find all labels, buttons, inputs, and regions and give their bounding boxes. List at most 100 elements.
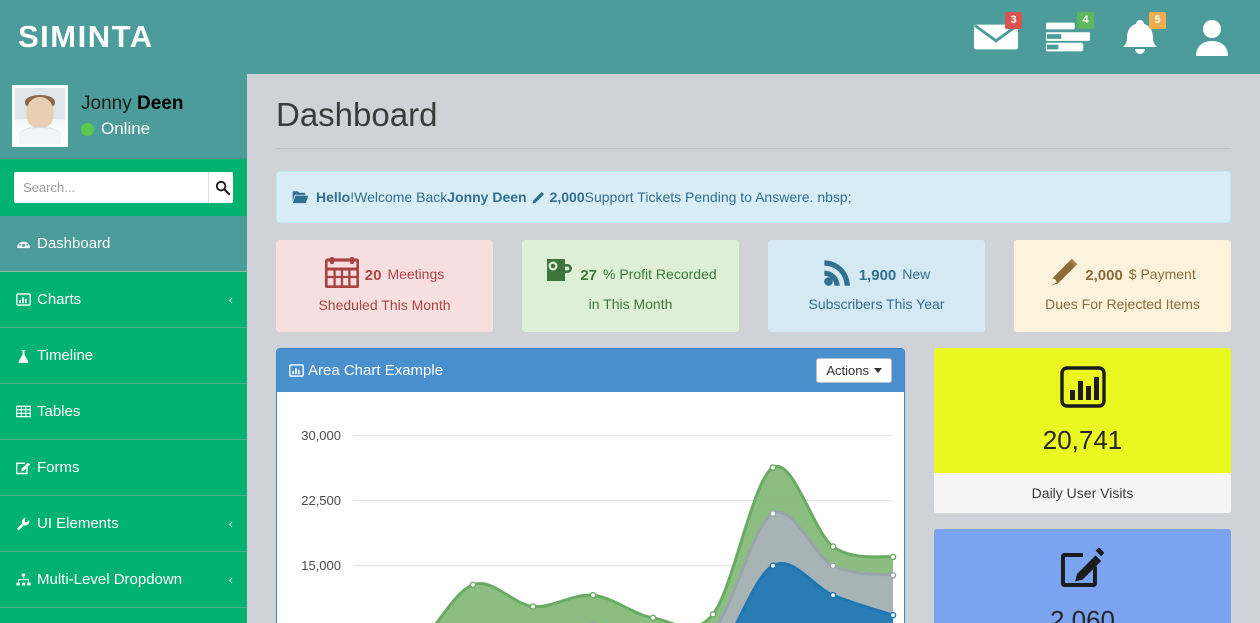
coffee-icon	[544, 257, 574, 294]
stat-caption: Dues For Rejected Items	[1045, 294, 1200, 316]
svg-text:15,000: 15,000	[301, 558, 341, 573]
stat-value: 1,900	[859, 264, 897, 287]
sidebar-profile: Jonny Deen Online	[0, 74, 247, 159]
stat-card-subscribers[interactable]: 1,900 New Subscribers This Year	[768, 240, 985, 332]
page-title: Dashboard	[276, 96, 1260, 134]
sidebar: Jonny Deen Online	[0, 74, 247, 623]
sidebar-item-tables[interactable]: Tables	[0, 384, 247, 440]
tasks-icon-button[interactable]: 4	[1046, 15, 1090, 59]
notifications-icon-button[interactable]: 5	[1118, 15, 1162, 59]
area-chart[interactable]: 15,000 22,500 30,000	[277, 392, 904, 623]
chart-box-icon	[1060, 366, 1106, 413]
welcome-banner: Hello ! Welcome Back Jonny Deen 2,000 Su…	[276, 171, 1231, 223]
widget-number: 2,060	[1050, 605, 1115, 623]
widget-number: 20,741	[1043, 425, 1123, 456]
stat-card-row: 20 Meetings Sheduled This Month 27 % Pro…	[276, 240, 1231, 332]
stat-card-profit[interactable]: 27 % Profit Recorded in This Month	[522, 240, 739, 332]
stat-card-meetings[interactable]: 20 Meetings Sheduled This Month	[276, 240, 493, 332]
banner-amount: 2,000	[550, 189, 585, 205]
table-icon	[14, 405, 33, 418]
chart-bar-icon	[289, 364, 304, 377]
topbar-icon-group: 3 4 5	[974, 15, 1234, 59]
online-status-dot	[81, 123, 94, 136]
profile-status: Online	[81, 119, 183, 139]
edit-icon	[14, 461, 33, 475]
svg-text:30,000: 30,000	[301, 428, 341, 443]
stat-unit: New	[902, 264, 930, 286]
notifications-badge: 5	[1149, 12, 1166, 29]
rss-icon	[823, 257, 853, 294]
avatar	[12, 85, 68, 147]
banner-welcome-text: Welcome Back	[354, 189, 447, 205]
sidebar-item-label: UI Elements	[37, 515, 119, 532]
chevron-left-icon: ‹	[229, 292, 233, 307]
widget-edit-stat[interactable]: 2,060	[934, 529, 1231, 623]
stat-card-payment-dues[interactable]: 2,000 $ Payment Dues For Rejected Items	[1014, 240, 1231, 332]
sidebar-item-ui-elements[interactable]: UI Elements ‹	[0, 496, 247, 552]
sidebar-item-label: Multi-Level Dropdown	[37, 571, 182, 588]
user-menu-button[interactable]	[1190, 15, 1234, 59]
search-icon	[215, 180, 230, 195]
chevron-down-icon	[874, 368, 882, 373]
sidebar-item-dashboard[interactable]: Dashboard	[0, 216, 247, 272]
stat-caption: in This Month	[589, 294, 673, 316]
banner-tail-text: Support Tickets Pending to Answere. nbsp…	[585, 189, 852, 205]
actions-dropdown-button[interactable]: Actions	[816, 358, 892, 383]
stat-value: 2,000	[1085, 264, 1123, 287]
sidebar-item-label: Charts	[37, 291, 81, 308]
sidebar-item-timeline[interactable]: Timeline	[0, 328, 247, 384]
edit-box-icon	[1061, 548, 1105, 593]
brand-logo[interactable]: SIMINTA	[18, 19, 154, 55]
area-chart-svg: 15,000 22,500 30,000	[277, 392, 905, 623]
pencil-icon	[1049, 257, 1079, 294]
sidebar-item-label: Tables	[37, 403, 80, 420]
user-icon	[1193, 18, 1231, 56]
search-button[interactable]	[208, 172, 233, 203]
messages-badge: 3	[1005, 12, 1022, 29]
calendar-icon	[325, 256, 359, 295]
sitemap-icon	[14, 573, 33, 586]
stat-unit: Meetings	[387, 264, 444, 286]
sidebar-item-label: Forms	[37, 459, 80, 476]
stat-unit: % Profit Recorded	[603, 264, 717, 286]
flask-icon	[14, 349, 33, 363]
svg-text:22,500: 22,500	[301, 493, 341, 508]
profile-first-name: Jonny	[81, 93, 132, 114]
sidebar-item-charts[interactable]: Charts ‹	[0, 272, 247, 328]
stat-value: 27	[580, 264, 597, 287]
sidebar-search-area	[0, 159, 247, 216]
wrench-icon	[14, 517, 33, 531]
widget-footer: Daily User Visits	[934, 473, 1231, 513]
top-navbar: SIMINTA 3 4	[0, 0, 1260, 74]
lower-section: Area Chart Example Actions 15,000 22,500 3…	[276, 348, 1231, 623]
pencil-icon	[532, 191, 545, 204]
profile-name: Jonny Deen	[81, 93, 183, 115]
dashboard-icon	[14, 237, 33, 250]
sidebar-item-label: Timeline	[37, 347, 93, 364]
sidebar-item-label: Dashboard	[37, 235, 110, 252]
sidebar-nav: Dashboard Charts ‹ Timeline	[0, 216, 247, 623]
messages-icon-button[interactable]: 3	[974, 15, 1018, 59]
stat-caption: Subscribers This Year	[809, 294, 945, 316]
tasks-badge: 4	[1077, 12, 1094, 29]
banner-hello: Hello	[316, 189, 350, 205]
main-content: Dashboard Hello ! Welcome Back Jonny Dee…	[247, 74, 1260, 623]
sidebar-item-overflow[interactable]	[0, 608, 247, 623]
sidebar-item-multi-level-dropdown[interactable]: Multi-Level Dropdown ‹	[0, 552, 247, 608]
sidebar-item-forms[interactable]: Forms	[0, 440, 247, 496]
actions-label: Actions	[826, 363, 869, 378]
chevron-left-icon: ‹	[229, 572, 233, 587]
panel-title: Area Chart Example	[308, 362, 443, 379]
search-input[interactable]	[14, 172, 208, 203]
profile-last-name: Deen	[137, 93, 183, 114]
profile-status-label: Online	[101, 119, 150, 139]
title-divider	[276, 148, 1231, 149]
area-chart-panel: Area Chart Example Actions 15,000 22,500 3…	[276, 348, 905, 623]
folder-open-icon	[292, 190, 309, 204]
banner-username: Jonny Deen	[447, 189, 526, 205]
widget-daily-user-visits[interactable]: 20,741 Daily User Visits	[934, 348, 1231, 513]
stat-unit: $ Payment	[1129, 264, 1196, 286]
chart-bar-icon	[14, 293, 33, 306]
chevron-left-icon: ‹	[229, 516, 233, 531]
panel-header: Area Chart Example Actions	[277, 349, 904, 392]
